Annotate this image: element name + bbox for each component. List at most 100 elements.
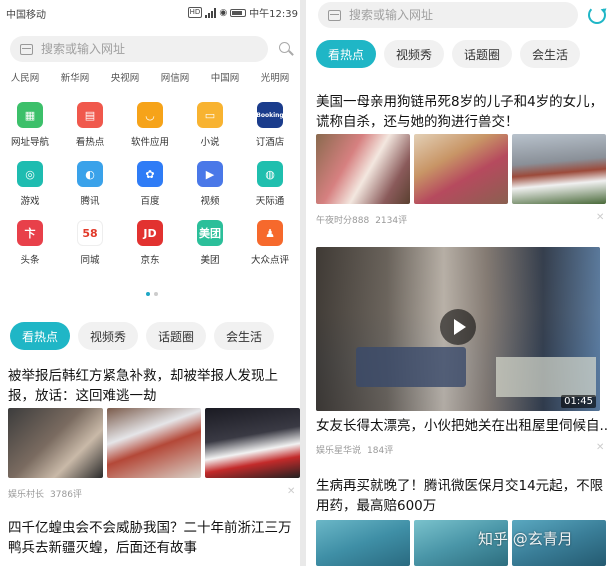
status-time: 中午12:39 [249, 9, 298, 20]
article-headline[interactable]: 四千亿蝗虫会不会威胁我国？二十年前浙江三万鸭兵去新疆灭蝗，后面还有故事 [8, 518, 298, 558]
grid-icon[interactable]: ▦ [17, 102, 43, 128]
tab-life[interactable]: 会生活 [214, 322, 275, 350]
eye-icon: ◉ [219, 7, 228, 18]
video-player[interactable]: 01:45 [316, 247, 600, 411]
app-label: 小说 [200, 137, 220, 148]
app-shortcut[interactable]: 58 同城 [60, 220, 120, 266]
video-card[interactable]: 女友长得太漂亮，小伙把她关在出租屋里伺候自... [316, 416, 608, 436]
site-link[interactable]: 新华网 [61, 70, 90, 84]
tab-topic[interactable]: 话题圈 [146, 322, 207, 350]
tab-hot[interactable]: 看热点 [316, 40, 377, 68]
play-icon[interactable] [440, 309, 476, 345]
article-headline[interactable]: 被举报后韩红方紧急补救，却被举报人发现上报，放话：这回难逃一劫 [8, 366, 296, 406]
dianping-icon[interactable]: ♟ [257, 220, 283, 246]
search-input[interactable] [41, 42, 221, 56]
search-icon[interactable] [279, 42, 294, 56]
search-bar[interactable] [318, 2, 578, 28]
app-shortcut[interactable]: ✿ 百度 [120, 161, 180, 207]
app-shortcut[interactable]: 美团 美团 [180, 220, 240, 266]
dismiss-icon[interactable]: ✕ [596, 442, 604, 453]
app-shortcut[interactable]: ◎ 游戏 [0, 161, 60, 207]
video-source: 娱乐星华说 [316, 446, 362, 456]
baidu-icon[interactable]: ✿ [137, 161, 163, 187]
app-label: 订酒店 [255, 137, 285, 148]
app-shortcut[interactable]: ♟ 大众点评 [240, 220, 300, 266]
video-comments: 184评 [367, 446, 394, 456]
site-link[interactable]: 光明网 [261, 70, 290, 84]
site-link[interactable]: 央视网 [111, 70, 140, 84]
app-shortcut[interactable]: ◐ 腾讯 [60, 161, 120, 207]
feed-tabs: 看热点 视频秀 话题圈 会生活 [10, 322, 275, 350]
thumbnail [8, 408, 103, 478]
article-card[interactable]: 四千亿蝗虫会不会威胁我国？二十年前浙江三万鸭兵去新疆灭蝗，后面还有故事 [8, 518, 298, 558]
article-comments: 3786评 [50, 490, 82, 500]
play-icon[interactable]: ▶ [197, 161, 223, 187]
video-table [496, 357, 596, 397]
tab-hot[interactable]: 看热点 [10, 322, 71, 350]
app-label: 游戏 [20, 196, 40, 207]
refresh-icon[interactable] [588, 6, 606, 24]
dismiss-icon[interactable]: ✕ [287, 486, 295, 497]
article-source: 午夜时分888 [316, 216, 370, 226]
app-shortcut[interactable]: 卞头条 [0, 220, 60, 266]
status-bar: 中国移动 HD ◉ 中午12:39 [0, 0, 300, 22]
jd-icon[interactable]: JD [137, 220, 163, 246]
bag-icon[interactable]: ◡ [137, 102, 163, 128]
scan-icon[interactable] [20, 43, 33, 55]
article-thumbnails[interactable] [316, 134, 606, 204]
booking-icon[interactable]: Booking [256, 102, 284, 128]
app-shortcut[interactable]: ▶ 视频 [180, 161, 240, 207]
signal-icon [205, 7, 217, 18]
article-card[interactable]: 被举报后韩红方紧急补救，却被举报人发现上报，放话：这回难逃一劫 [8, 366, 296, 406]
app-label: 同城 [80, 255, 100, 266]
app-shortcut[interactable]: Booking 订酒店 [240, 102, 300, 148]
book-icon[interactable]: ▭ [197, 102, 223, 128]
news-icon[interactable]: ▤ [77, 102, 103, 128]
right-screen: 看热点 视频秀 话题圈 会生活 美国一母亲用狗链吊死8岁的儿子和4岁的女儿，谎称… [306, 0, 610, 566]
app-shortcut[interactable]: ◡ 软件应用 [120, 102, 180, 148]
app-label: 网址导航 [10, 137, 49, 148]
app-shortcut[interactable]: ▦ 网址导航 [0, 102, 60, 148]
tab-life[interactable]: 会生活 [520, 40, 581, 68]
app-shortcut[interactable]: JD 京东 [120, 220, 180, 266]
app-shortcut[interactable]: ◍ 天际通 [240, 161, 300, 207]
site-links: 人民网 新华网 央视网 网信网 中国网 光明网 [0, 70, 300, 84]
dismiss-icon[interactable]: ✕ [596, 212, 604, 223]
feed-tabs: 看热点 视频秀 话题圈 会生活 [316, 40, 581, 68]
article-card[interactable]: 生病再买就晚了！腾讯微医保月交14元起，不限用药，最高赔600万 [316, 476, 604, 516]
app-label: 百度 [140, 196, 160, 207]
gamepad-icon[interactable]: ◎ [17, 161, 43, 187]
app-label: 天际通 [255, 196, 285, 207]
article-meta: 娱乐村长 3786评 [8, 487, 82, 500]
scan-icon[interactable] [328, 9, 341, 21]
app-shortcut[interactable]: ▭ 小说 [180, 102, 240, 148]
58-icon[interactable]: 58 [77, 220, 103, 246]
thumbnail [106, 408, 202, 478]
article-headline[interactable]: 生病再买就晚了！腾讯微医保月交14元起，不限用药，最高赔600万 [316, 476, 604, 516]
site-link[interactable]: 人民网 [11, 70, 40, 84]
tab-video[interactable]: 视频秀 [384, 40, 445, 68]
search-bar[interactable] [10, 36, 268, 62]
toutiao-icon[interactable]: 卞 [17, 220, 43, 246]
globe-icon[interactable]: ◍ [257, 161, 283, 187]
thumbnail [316, 134, 410, 204]
video-headline[interactable]: 女友长得太漂亮，小伙把她关在出租屋里伺候自... [316, 416, 608, 436]
site-link[interactable]: 中国网 [211, 70, 240, 84]
tab-video[interactable]: 视频秀 [78, 322, 139, 350]
carrier-name: 中国移动 [6, 10, 46, 21]
meituan-icon[interactable]: 美团 [197, 220, 223, 246]
article-headline[interactable]: 美国一母亲用狗链吊死8岁的儿子和4岁的女儿，谎称自杀，还与她的狗进行兽交！ [316, 92, 604, 132]
tab-topic[interactable]: 话题圈 [452, 40, 513, 68]
article-card[interactable]: 美国一母亲用狗链吊死8岁的儿子和4岁的女儿，谎称自杀，还与她的狗进行兽交！ [316, 92, 604, 132]
tencent-icon[interactable]: ◐ [77, 161, 103, 187]
app-shortcut[interactable]: ▤ 看热点 [60, 102, 120, 148]
article-thumbnails[interactable] [8, 408, 300, 478]
app-label: 美团 [200, 255, 220, 266]
app-grid: ▦ 网址导航 ▤ 看热点 ◡ 软件应用 ▭ 小说 Booking 订酒店 ◎ 游戏 ◐ 腾讯 ✿ 百度 ▶ 视频 ◍… [0, 102, 300, 266]
app-label: 腾讯 [80, 196, 100, 207]
site-link[interactable]: 网信网 [161, 70, 190, 84]
search-input[interactable] [349, 8, 529, 22]
watermark: 知乎 @玄青月 [478, 530, 573, 548]
app-label: 京东 [140, 255, 160, 266]
app-label: 软件应用 [130, 137, 169, 148]
